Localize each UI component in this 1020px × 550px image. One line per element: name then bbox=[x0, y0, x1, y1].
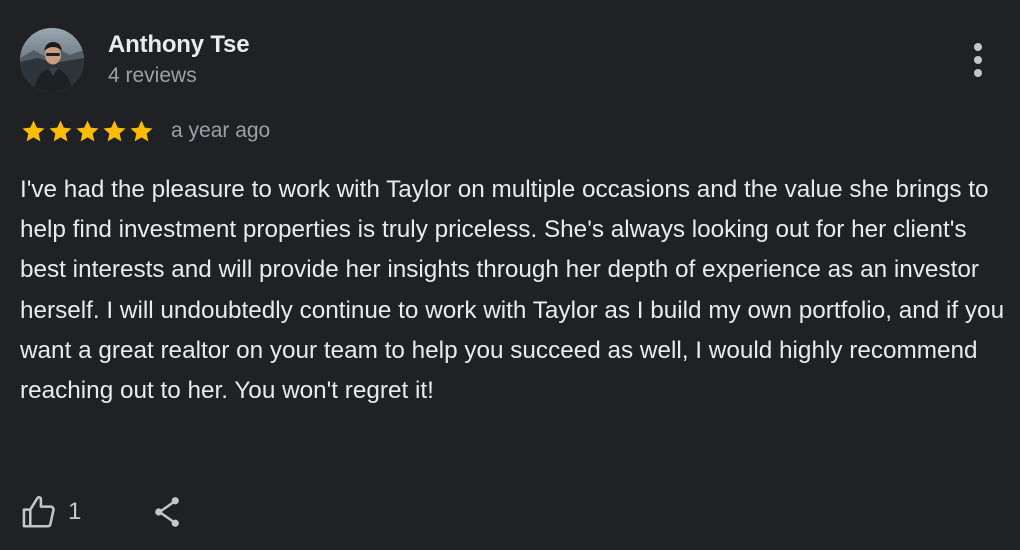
review-card: Anthony Tse 4 reviews a year ago I've ha… bbox=[0, 0, 1020, 550]
star-icon bbox=[49, 119, 72, 141]
review-text: I've had the pleasure to work with Taylo… bbox=[20, 176, 1005, 405]
like-button[interactable]: 1 bbox=[20, 493, 81, 531]
author-name[interactable]: Anthony Tse bbox=[108, 30, 250, 60]
thumbs-up-icon bbox=[22, 495, 55, 528]
more-options-button[interactable] bbox=[960, 40, 996, 80]
author-info: Anthony Tse 4 reviews bbox=[108, 28, 250, 91]
more-vert-icon bbox=[974, 43, 982, 51]
star-rating bbox=[20, 118, 155, 145]
star-icon bbox=[103, 119, 126, 141]
review-actions: 1 bbox=[20, 490, 185, 534]
star-icon bbox=[22, 119, 45, 141]
star-icon bbox=[76, 119, 99, 141]
avatar-photo-icon bbox=[20, 28, 84, 92]
review-header: Anthony Tse 4 reviews bbox=[20, 28, 250, 92]
review-time: a year ago bbox=[171, 119, 271, 142]
author-review-count: 4 reviews bbox=[108, 64, 197, 87]
like-count: 1 bbox=[68, 498, 82, 525]
avatar[interactable] bbox=[20, 28, 84, 92]
more-vert-icon-dot bbox=[974, 69, 982, 77]
star-icon bbox=[130, 119, 153, 141]
share-button[interactable] bbox=[149, 493, 185, 531]
rating-row: a year ago bbox=[20, 114, 270, 148]
share-icon bbox=[155, 497, 180, 527]
more-vert-icon-dot bbox=[974, 56, 982, 64]
